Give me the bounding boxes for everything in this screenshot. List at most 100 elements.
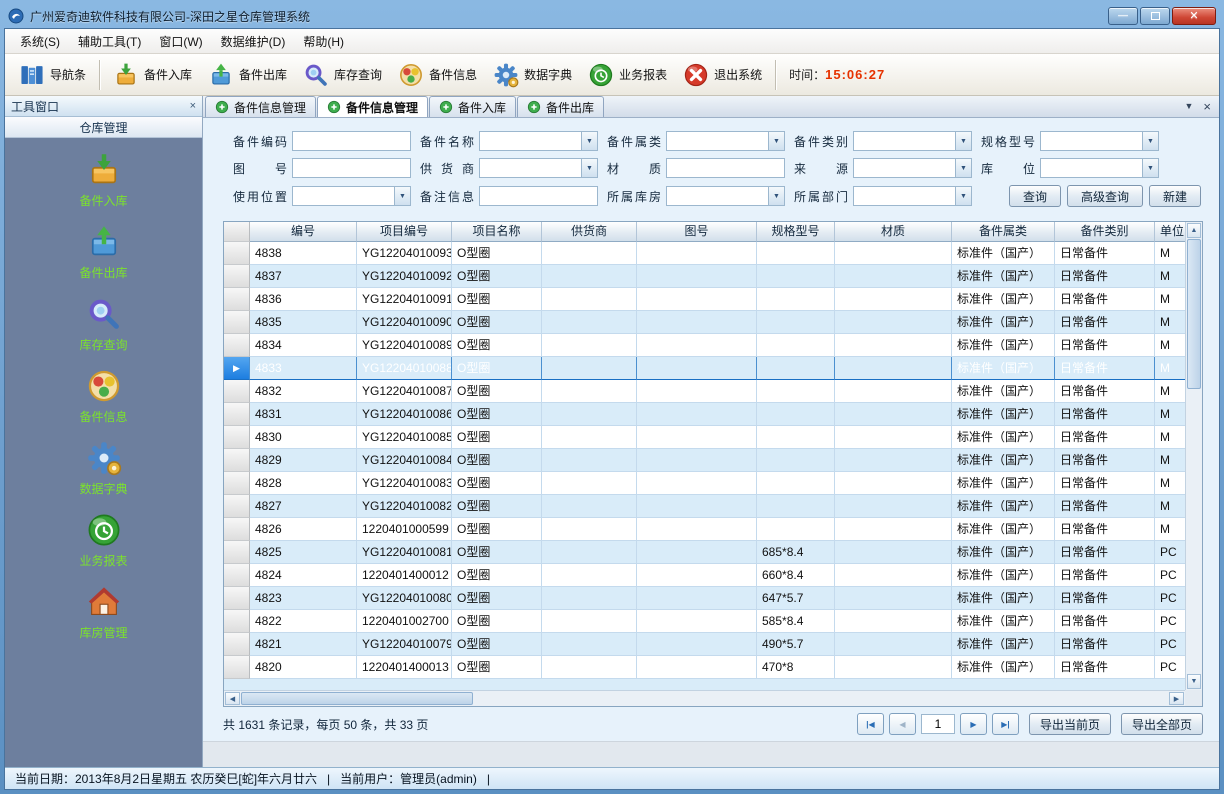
first-page-button[interactable]: |◀: [857, 713, 884, 735]
chevron-down-icon[interactable]: ▼: [768, 187, 784, 205]
chevron-down-icon[interactable]: ▼: [1142, 159, 1158, 177]
search-select[interactable]: ▼: [853, 131, 972, 151]
toolbar-business-report[interactable]: 业务报表: [580, 58, 675, 92]
table-row[interactable]: 4829YG12204010084O型圈标准件（国产）日常备件M: [224, 449, 1185, 472]
tab-3[interactable]: 备件出库: [517, 96, 604, 117]
table-row[interactable]: 48261220401000599O型圈标准件（国产）日常备件M: [224, 518, 1185, 541]
panel-close-icon[interactable]: ×: [190, 101, 196, 112]
table-row[interactable]: 48221220401002700O型圈585*8.4标准件（国产）日常备件PC: [224, 610, 1185, 633]
row-selector[interactable]: [224, 656, 250, 679]
vertical-scrollbar[interactable]: ▲ ▼: [1185, 222, 1202, 690]
column-header[interactable]: 备件属类: [952, 222, 1055, 242]
table-row[interactable]: 4838YG12204010093O型圈标准件（国产）日常备件M: [224, 242, 1185, 265]
tab-1[interactable]: 备件信息管理: [317, 96, 428, 117]
search-select[interactable]: ▼: [479, 131, 598, 151]
menu-item[interactable]: 窗口(W): [150, 29, 211, 54]
scroll-up-icon[interactable]: ▲: [1187, 223, 1201, 238]
toolbar-parts-in[interactable]: 备件入库: [105, 58, 200, 92]
menu-item[interactable]: 数据维护(D): [212, 29, 295, 54]
advanced-query-button[interactable]: 高级查询: [1067, 185, 1143, 207]
search-input[interactable]: [292, 131, 411, 151]
table-row[interactable]: 4823YG12204010080O型圈647*5.7标准件（国产）日常备件PC: [224, 587, 1185, 610]
row-selector[interactable]: [224, 518, 250, 541]
chevron-down-icon[interactable]: ▼: [581, 159, 597, 177]
row-selector[interactable]: [224, 633, 250, 656]
tab-close-icon[interactable]: ×: [1203, 100, 1211, 113]
row-selector[interactable]: [224, 541, 250, 564]
scroll-right-icon[interactable]: ▶: [1169, 692, 1184, 705]
sidebar-item-warehouse[interactable]: 库房管理: [5, 584, 202, 641]
sidebar-item-parts-in[interactable]: 备件入库: [5, 152, 202, 209]
table-row[interactable]: 4832YG12204010087O型圈标准件（国产）日常备件M: [224, 380, 1185, 403]
export-current-page-button[interactable]: 导出当前页: [1029, 713, 1111, 735]
table-row[interactable]: 4837YG12204010092O型圈标准件（国产）日常备件M: [224, 265, 1185, 288]
last-page-button[interactable]: ▶|: [992, 713, 1019, 735]
toolbar-data-dictionary[interactable]: 数据字典: [485, 58, 580, 92]
search-input[interactable]: [666, 158, 785, 178]
prev-page-button[interactable]: ◀: [889, 713, 916, 735]
chevron-down-icon[interactable]: ▼: [768, 132, 784, 150]
maximize-button[interactable]: [1140, 7, 1170, 25]
search-select[interactable]: ▼: [666, 131, 785, 151]
column-header[interactable]: 单位: [1155, 222, 1185, 242]
vertical-scrollbar-thumb[interactable]: [1187, 239, 1201, 389]
table-row[interactable]: 4835YG12204010090O型圈标准件（国产）日常备件M: [224, 311, 1185, 334]
row-selector[interactable]: [224, 495, 250, 518]
toolbar-parts-out[interactable]: 备件出库: [200, 58, 295, 92]
next-page-button[interactable]: ▶: [960, 713, 987, 735]
table-row[interactable]: 4821YG12204010079O型圈490*5.7标准件（国产）日常备件PC: [224, 633, 1185, 656]
row-selector[interactable]: [224, 380, 250, 403]
page-number-input[interactable]: [921, 714, 955, 734]
chevron-down-icon[interactable]: ▼: [394, 187, 410, 205]
close-button[interactable]: ✕: [1172, 7, 1216, 25]
chevron-down-icon[interactable]: ▼: [955, 187, 971, 205]
search-select[interactable]: ▼: [853, 186, 972, 206]
scroll-left-icon[interactable]: ◀: [225, 692, 240, 705]
row-selector[interactable]: ▶: [224, 357, 250, 380]
tab-2[interactable]: 备件入库: [429, 96, 516, 117]
minimize-button[interactable]: —: [1108, 7, 1138, 25]
search-input[interactable]: [479, 186, 598, 206]
chevron-down-icon[interactable]: ▼: [955, 132, 971, 150]
row-selector[interactable]: [224, 334, 250, 357]
table-row[interactable]: ▶4833YG12204010088O型圈标准件（国产）日常备件M: [224, 357, 1185, 380]
horizontal-scrollbar-thumb[interactable]: [241, 692, 473, 705]
row-selector[interactable]: [224, 403, 250, 426]
table-row[interactable]: 4836YG12204010091O型圈标准件（国产）日常备件M: [224, 288, 1185, 311]
table-row[interactable]: 4834YG12204010089O型圈标准件（国产）日常备件M: [224, 334, 1185, 357]
row-selector[interactable]: [224, 610, 250, 633]
column-header[interactable]: 编号: [250, 222, 357, 242]
table-row[interactable]: 48241220401400012O型圈660*8.4标准件（国产）日常备件PC: [224, 564, 1185, 587]
table-row[interactable]: 4828YG12204010083O型圈标准件（国产）日常备件M: [224, 472, 1185, 495]
menu-item[interactable]: 辅助工具(T): [69, 29, 150, 54]
row-selector[interactable]: [224, 311, 250, 334]
horizontal-scrollbar[interactable]: ◀ ▶: [224, 690, 1185, 706]
sidebar-section-header[interactable]: 仓库管理: [5, 117, 202, 138]
query-button[interactable]: 查询: [1009, 185, 1061, 207]
column-header[interactable]: 材质: [835, 222, 952, 242]
row-selector[interactable]: [224, 587, 250, 610]
sidebar-item-parts-out[interactable]: 备件出库: [5, 224, 202, 281]
sidebar-item-inventory-search[interactable]: 库存查询: [5, 296, 202, 353]
table-row[interactable]: 4830YG12204010085O型圈标准件（国产）日常备件M: [224, 426, 1185, 449]
column-header[interactable]: 图号: [637, 222, 757, 242]
sidebar-item-parts-info[interactable]: 备件信息: [5, 368, 202, 425]
menu-item[interactable]: 帮助(H): [294, 29, 353, 54]
row-selector[interactable]: [224, 564, 250, 587]
chevron-down-icon[interactable]: ▼: [581, 132, 597, 150]
export-all-pages-button[interactable]: 导出全部页: [1121, 713, 1203, 735]
column-header[interactable]: 备件类别: [1055, 222, 1155, 242]
row-selector[interactable]: [224, 265, 250, 288]
row-selector[interactable]: [224, 242, 250, 265]
table-row[interactable]: 4831YG12204010086O型圈标准件（国产）日常备件M: [224, 403, 1185, 426]
row-selector[interactable]: [224, 449, 250, 472]
tab-0[interactable]: 备件信息管理: [205, 96, 316, 117]
search-select[interactable]: ▼: [292, 186, 411, 206]
table-row[interactable]: 4827YG12204010082O型圈标准件（国产）日常备件M: [224, 495, 1185, 518]
scroll-down-icon[interactable]: ▼: [1187, 674, 1201, 689]
chevron-down-icon[interactable]: ▼: [955, 159, 971, 177]
search-select[interactable]: ▼: [666, 186, 785, 206]
column-header[interactable]: 项目编号: [357, 222, 452, 242]
column-header[interactable]: 规格型号: [757, 222, 835, 242]
table-row[interactable]: 4825YG12204010081O型圈685*8.4标准件（国产）日常备件PC: [224, 541, 1185, 564]
